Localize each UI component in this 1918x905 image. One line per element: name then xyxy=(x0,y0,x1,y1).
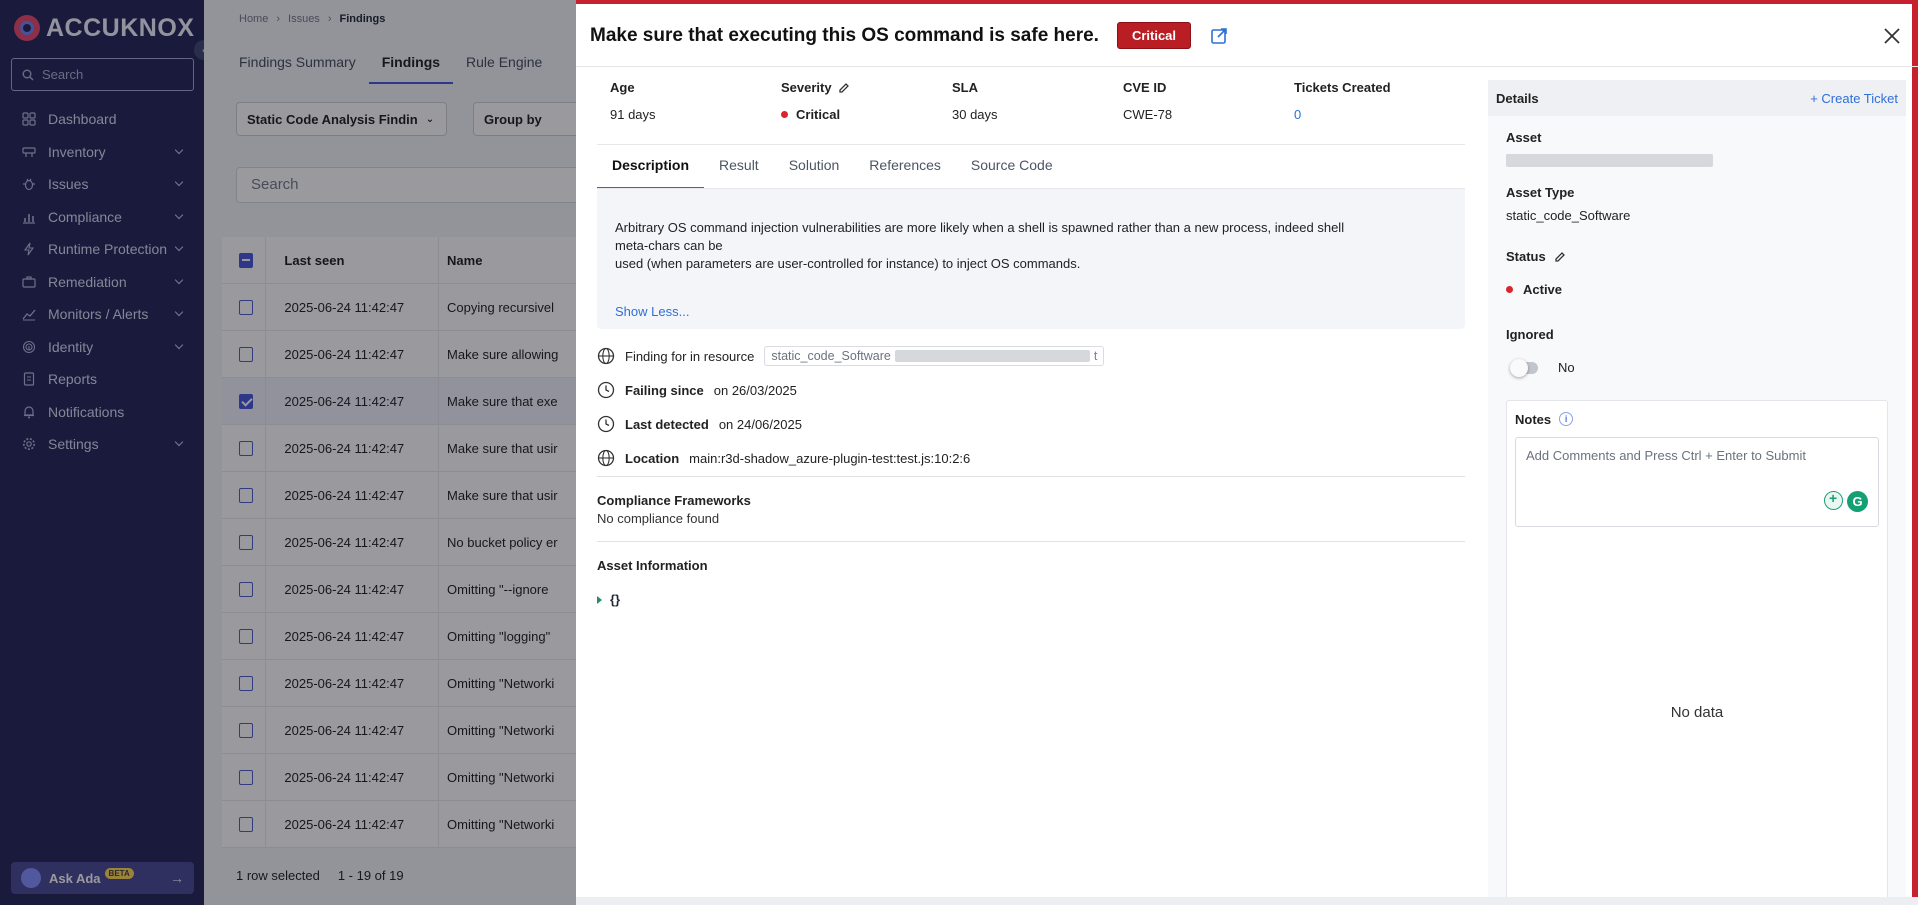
section-divider xyxy=(597,541,1465,542)
notes-header: Notes i xyxy=(1507,401,1887,437)
finding-info: Finding for in resource static_code_Soft… xyxy=(597,339,1465,475)
finding-resource-label: Finding for in resource xyxy=(625,348,755,364)
location-label: Location xyxy=(625,450,680,466)
description-line: used (when parameters are user-controlle… xyxy=(615,256,1081,271)
header-divider xyxy=(576,66,1918,67)
last-detected-value: on 24/06/2025 xyxy=(718,416,802,432)
clock-icon xyxy=(597,415,615,433)
tab-source-code[interactable]: Source Code xyxy=(956,145,1068,189)
age-value: 91 days xyxy=(610,107,656,122)
status-value-row: Active xyxy=(1506,282,1888,297)
resource-prefix: static_code_Software xyxy=(771,349,891,363)
status-label-row: Status xyxy=(1506,249,1888,264)
compliance-title: Compliance Frameworks xyxy=(597,493,751,508)
finding-title: Make sure that executing this OS command… xyxy=(590,24,1099,46)
meta-cve: CVE ID CWE-78 xyxy=(1123,80,1294,122)
cve-label: CVE ID xyxy=(1123,80,1167,95)
severity-value: Critical xyxy=(796,107,841,122)
info-icon[interactable]: i xyxy=(1559,412,1574,426)
resource-pill[interactable]: static_code_Software t xyxy=(764,346,1105,366)
asset-type-label: Asset Type xyxy=(1506,185,1575,200)
grammarly-icons: G xyxy=(1824,490,1868,512)
failing-since-value: on 26/03/2025 xyxy=(713,382,797,398)
drawer-edge xyxy=(1912,4,1918,905)
close-icon[interactable] xyxy=(1880,24,1904,48)
asset-info-title: Asset Information xyxy=(597,558,708,573)
sla-label: SLA xyxy=(952,80,978,95)
status-value: Active xyxy=(1523,282,1563,297)
resource-row: Finding for in resource static_code_Soft… xyxy=(597,339,1465,373)
details-header: Details + Create Ticket xyxy=(1488,80,1906,116)
details-panel: Details + Create Ticket Asset Asset Type… xyxy=(1488,80,1906,900)
caret-right-icon[interactable] xyxy=(597,595,602,604)
sla-value: 30 days xyxy=(952,107,998,122)
notes-label: Notes xyxy=(1515,411,1552,427)
drawer-bottom-bar xyxy=(576,897,1918,905)
asset-json-tree[interactable]: {} xyxy=(597,592,620,607)
last-detected-label: Last detected xyxy=(625,416,709,432)
ignored-row: No xyxy=(1506,358,1888,377)
tab-description[interactable]: Description xyxy=(597,145,705,189)
globe-icon xyxy=(597,347,615,365)
external-link-icon[interactable] xyxy=(1209,26,1229,46)
status-dot-icon xyxy=(1506,286,1513,293)
failing-since-row: Failing since on 26/03/2025 xyxy=(597,373,1465,407)
meta-sla: SLA 30 days xyxy=(952,80,1123,122)
asset-type-value: static_code_Software xyxy=(1506,208,1631,223)
show-less-link[interactable]: Show Less... xyxy=(615,303,689,321)
globe-icon xyxy=(597,449,615,467)
finding-details-drawer: Make sure that executing this OS command… xyxy=(576,0,1918,905)
failing-since-label: Failing since xyxy=(625,382,704,398)
ignored-toggle[interactable] xyxy=(1510,358,1538,377)
meta-tickets: Tickets Created 0 xyxy=(1294,80,1465,122)
last-detected-row: Last detected on 24/06/2025 xyxy=(597,407,1465,441)
description-panel: Arbitrary OS command injection vulnerabi… xyxy=(597,189,1465,329)
create-ticket-button[interactable]: + Create Ticket xyxy=(1810,91,1898,106)
asset-json-value: {} xyxy=(610,592,621,607)
severity-label-row: Severity xyxy=(781,80,952,95)
drawer-header: Make sure that executing this OS command… xyxy=(590,22,1229,49)
status-label: Status xyxy=(1506,249,1546,264)
tab-result[interactable]: Result xyxy=(704,145,774,189)
age-label: Age xyxy=(610,80,635,95)
grammarly-icon[interactable]: G xyxy=(1847,491,1868,512)
section-divider xyxy=(597,476,1465,477)
severity-label: Severity xyxy=(781,80,832,95)
edit-pencil-icon[interactable] xyxy=(1554,251,1566,263)
details-title: Details xyxy=(1496,90,1539,106)
tickets-count-link[interactable]: 0 xyxy=(1294,107,1465,122)
location-value: main:r3d-shadow_azure-plugin-test:test.j… xyxy=(689,450,971,466)
notes-placeholder: Add Comments and Press Ctrl + Enter to S… xyxy=(1526,448,1806,463)
add-suggestion-icon[interactable] xyxy=(1824,490,1843,510)
meta-severity: Severity Critical xyxy=(781,80,952,122)
ignored-value: No xyxy=(1558,360,1575,375)
detail-tabs: Description Result Solution References S… xyxy=(597,145,1068,189)
edit-pencil-icon[interactable] xyxy=(838,82,850,94)
ignored-label: Ignored xyxy=(1506,327,1554,342)
cve-value: CWE-78 xyxy=(1123,107,1173,122)
meta-age: Age 91 days xyxy=(610,80,781,122)
clock-icon xyxy=(597,381,615,399)
asset-label: Asset xyxy=(1506,130,1542,145)
description-line: meta-chars can be xyxy=(615,238,723,253)
location-row: Location main:r3d-shadow_azure-plugin-te… xyxy=(597,441,1465,475)
severity-value-row: Critical xyxy=(781,107,952,122)
compliance-value: No compliance found xyxy=(597,511,720,526)
notes-section: Notes i Add Comments and Press Ctrl + En… xyxy=(1506,400,1888,900)
redacted-asset-value xyxy=(1506,154,1713,167)
details-body: Asset Asset Type static_code_Software St… xyxy=(1488,130,1906,377)
tab-solution[interactable]: Solution xyxy=(774,145,855,189)
tab-references[interactable]: References xyxy=(854,145,956,189)
tickets-label: Tickets Created xyxy=(1294,80,1391,95)
finding-meta: Age 91 days Severity Critical SLA 30 day… xyxy=(610,80,1465,122)
description-line: Arbitrary OS command injection vulnerabi… xyxy=(615,220,1345,235)
notes-textarea[interactable]: Add Comments and Press Ctrl + Enter to S… xyxy=(1515,437,1879,527)
severity-badge: Critical xyxy=(1116,22,1192,49)
notes-empty-state: No data xyxy=(1670,704,1724,721)
critical-dot-icon xyxy=(781,111,788,118)
resource-suffix: t xyxy=(1093,349,1098,363)
redacted-resource xyxy=(894,350,1090,362)
